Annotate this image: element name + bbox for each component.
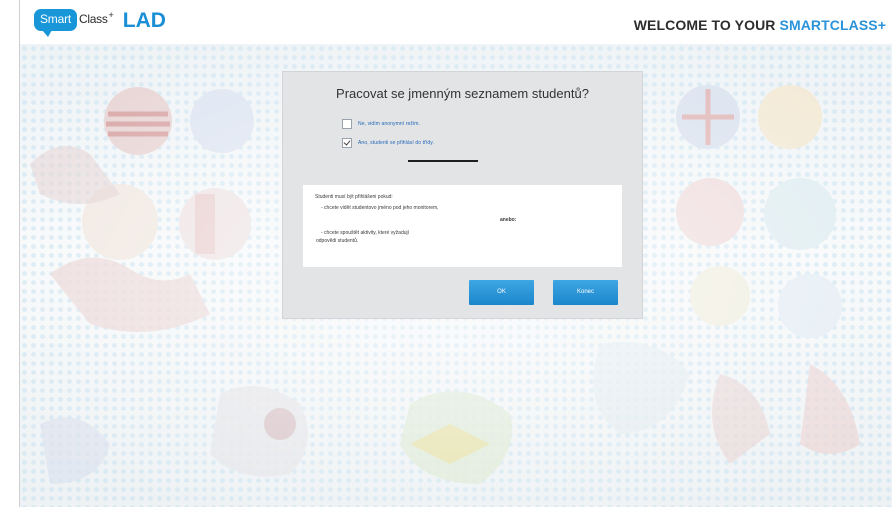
info-panel: Studenti musí být přihlášeni pokud: - ch… (303, 185, 622, 267)
welcome-brand: SMARTCLASS+ (779, 17, 886, 33)
info-line-5: odpovědi studentů. (316, 238, 359, 244)
logo-class-text: Class (79, 12, 108, 26)
info-line-2: - chcete vidět studentovo jméno pod jeho… (321, 205, 439, 211)
option-anonymous-label: Ne, vidím anonymní režim. (358, 121, 420, 127)
logo-smart-badge: Smart (34, 9, 78, 37)
logo-lad-text: LAD (122, 9, 166, 32)
logo-plus-mark: + (108, 10, 114, 20)
app-header: Smart Class + LAD WELCOME TO YOUR SMARTC… (20, 0, 892, 45)
welcome-banner: WELCOME TO YOUR SMARTCLASS+ (634, 17, 886, 33)
checkbox-login[interactable] (342, 138, 352, 148)
dialog-divider (408, 160, 478, 162)
option-anonymous[interactable]: Ne, vidím anonymní režim. (342, 119, 420, 129)
option-login-label: Ano, studenti se přihlásí do třídy. (358, 140, 434, 146)
cancel-button[interactable]: Konec (553, 280, 618, 305)
welcome-text: WELCOME TO YOUR (633, 17, 780, 33)
app-window: Smart Class + LAD WELCOME TO YOUR SMARTC… (19, 0, 892, 507)
info-line-4: - chcete spouštět aktivity, které vyžadu… (321, 230, 410, 236)
info-line-1: Studenti musí být přihlášeni pokud: (315, 194, 393, 200)
student-list-dialog: Pracovat se jmenným seznamem studentů? N… (282, 71, 643, 319)
info-line-3: anebo: (500, 217, 517, 223)
dialog-title: Pracovat se jmenným seznamem studentů? (336, 86, 589, 101)
option-login[interactable]: Ano, studenti se přihlásí do třídy. (342, 138, 434, 148)
ok-button[interactable]: OK (469, 280, 534, 305)
checkbox-anonymous[interactable] (342, 119, 352, 129)
background-stage: Pracovat se jmenným seznamem studentů? N… (20, 44, 892, 507)
smartclass-logo: Smart Class + LAD (34, 9, 166, 37)
